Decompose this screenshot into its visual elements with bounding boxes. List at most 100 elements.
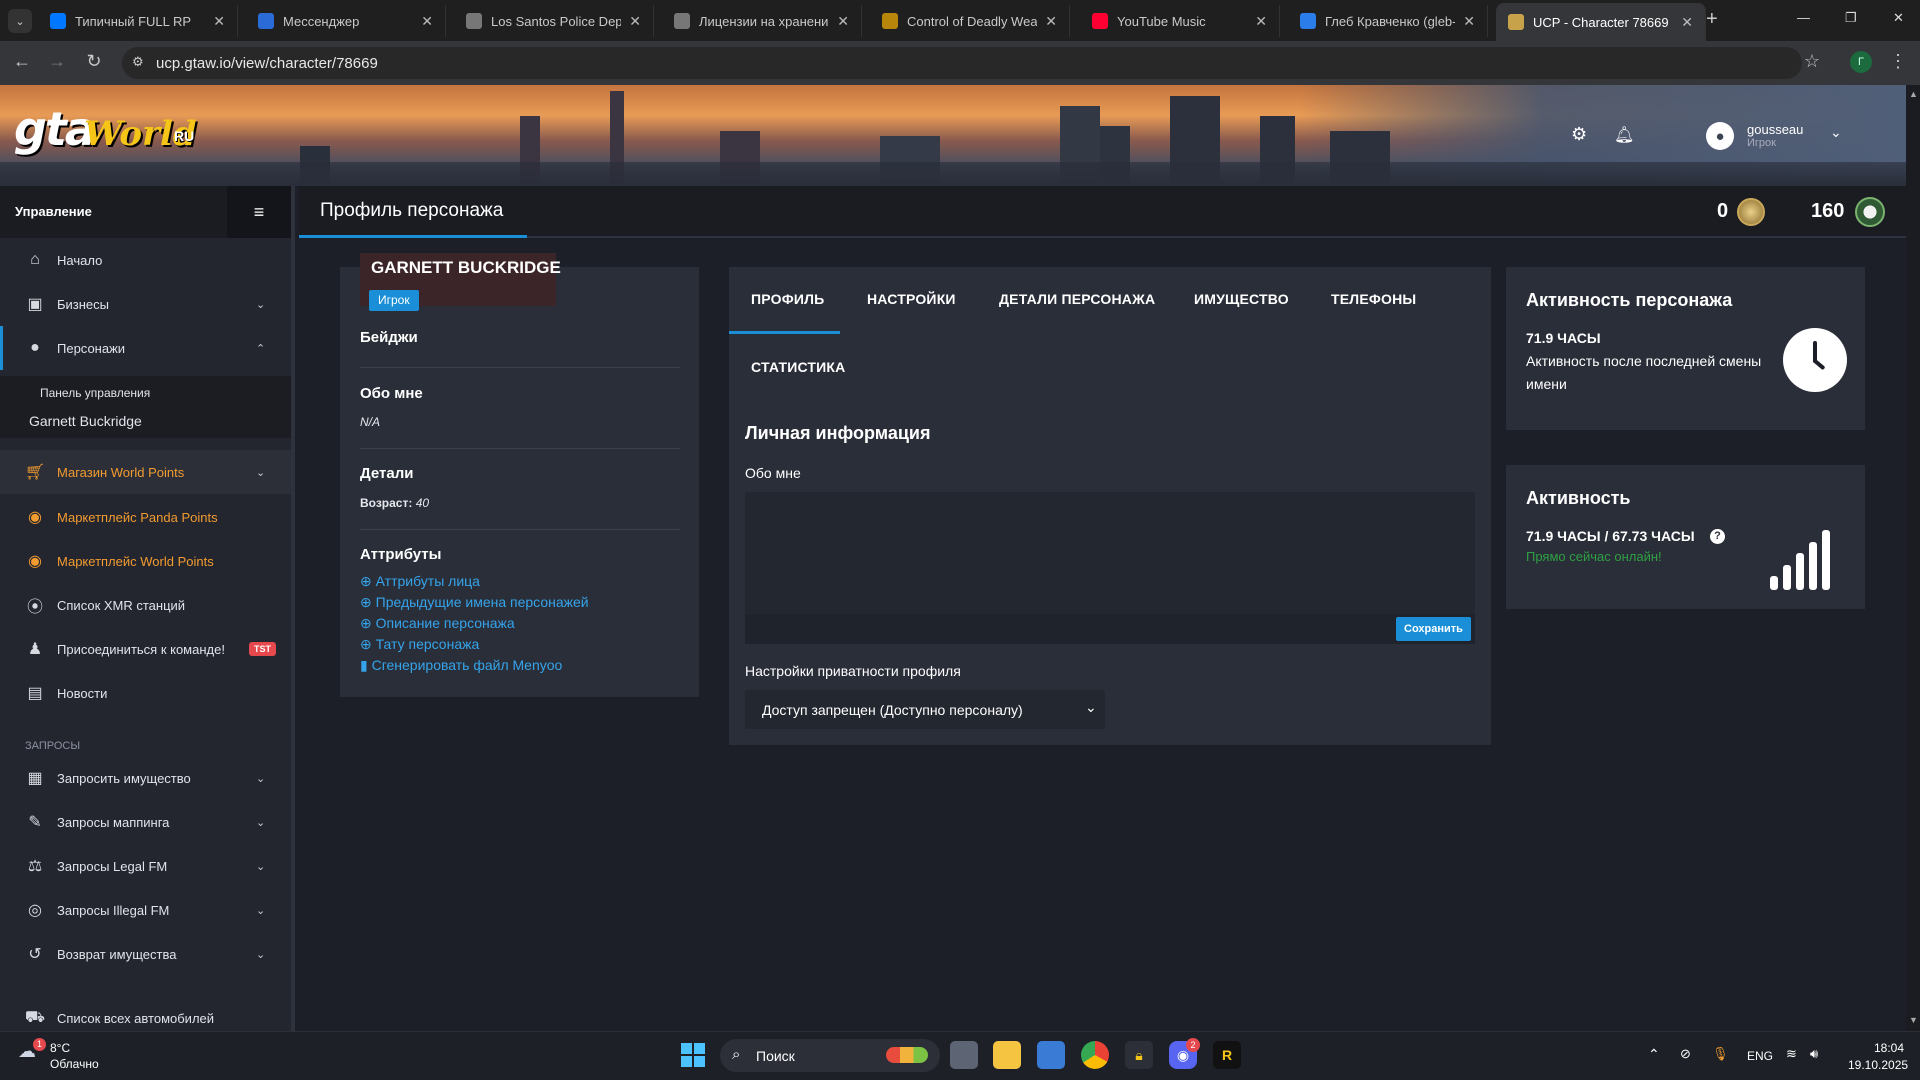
notification-bell-icon[interactable]: 🔔︎ [1614,125,1634,145]
browser-tab[interactable]: Лицензии на хранение и ✕ [662,5,862,37]
sidebar-item[interactable]: ✎ Запросы маппинга ⌄ [0,800,291,844]
about-field-label: Обо мне [745,465,801,481]
close-tab-icon[interactable]: ✕ [837,13,849,30]
profile-tab[interactable]: ДЕТАЛИ ПЕРСОНАЖА [999,291,1155,307]
restore-icon[interactable]: ❐ [1845,10,1857,26]
tab-search-button[interactable]: ⌄ [8,9,32,33]
attribute-link-label: Тату персонажа [375,636,480,652]
page-scrollbar[interactable]: ▲ ▼ [1906,85,1920,1031]
minimize-icon[interactable]: — [1797,10,1810,25]
tray-volume-icon[interactable]: 🔊︎ [1810,1046,1818,1062]
browser-tab-title: Control of Deadly Weapo [907,13,1038,29]
task-view-icon[interactable] [950,1041,978,1069]
app-lock-icon[interactable]: 🔒︎ [1125,1041,1153,1069]
privacy-label: Настройки приватности профиля [745,663,961,679]
newspaper-icon: ▤ [27,685,43,702]
sidebar-item[interactable]: ● Персонажи ⌃ [0,326,291,370]
profile-tab[interactable]: ПРОФИЛЬ [751,291,824,307]
microsoft-store-icon[interactable] [1037,1041,1065,1069]
privacy-select[interactable]: Доступ запрещен (Доступно персоналу) ⌄ [745,690,1105,729]
sidebar-item[interactable]: ◉ Маркетплейс Panda Points [0,495,291,539]
new-tab-button[interactable]: + [1706,8,1718,31]
sidebar-item-label: Маркетплейс World Points [57,553,214,569]
reload-icon[interactable]: ↻ [82,51,106,72]
sidebar-item[interactable]: ↺ Возврат имущества ⌄ [0,932,291,976]
close-tab-icon[interactable]: ✕ [213,13,225,30]
role-badge: Игрок [369,290,419,311]
browser-tab[interactable]: YouTube Music ✕ [1080,5,1280,37]
sidebar-item[interactable]: 🛒︎ Магазин World Points ⌄ [0,450,291,494]
url-bar[interactable]: ⚙ ucp.gtaw.io/view/character/78669 [122,47,1802,79]
sidebar-item[interactable]: ◉ Маркетплейс World Points [0,539,291,583]
close-tab-icon[interactable]: ✕ [421,13,433,30]
profile-tab[interactable]: ИМУЩЕСТВО [1194,291,1289,307]
attribute-link[interactable]: ⊕ Тату персонажа [360,636,479,653]
tray-date[interactable]: 19.10.2025 [1848,1058,1908,1072]
sidebar-item[interactable]: ♟ Присоединиться к команде! TST [0,627,291,671]
save-button[interactable]: Сохранить [1396,617,1471,641]
tray-chevron-up-icon[interactable]: ⌃ [1648,1046,1660,1063]
profile-tab[interactable]: СТАТИСТИКА [751,359,846,375]
about-textarea[interactable] [745,492,1475,614]
close-tab-icon[interactable]: ✕ [1255,13,1267,30]
browser-tab[interactable]: Control of Deadly Weapo ✕ [870,5,1070,37]
menu-kebab-icon[interactable]: ⋮ [1886,51,1910,72]
personal-info-title: Личная информация [745,423,931,443]
sidebar-item[interactable]: ⦿ Список XMR станций [0,583,291,627]
sidebar-header: Управление ≡ [0,186,291,238]
sidebar-item-label: Запросы Legal FM [57,858,168,874]
close-tab-icon[interactable]: ✕ [1045,13,1057,30]
sidebar-item[interactable]: Garnett Buckridge [0,404,291,438]
close-window-icon[interactable]: ✕ [1893,10,1904,26]
file-explorer-icon[interactable] [993,1041,1021,1069]
attribute-link[interactable]: ⊕ Описание персонажа [360,615,515,632]
user-role: Игрок [1747,137,1776,149]
browser-tab[interactable]: Типичный FULL RP ✕ [38,5,238,37]
close-tab-icon[interactable]: ✕ [1681,14,1693,31]
profile-tab[interactable]: НАСТРОЙКИ [867,291,956,307]
tray-microphone-icon[interactable]: 🎙︎ [1712,1046,1729,1062]
sidebar-item[interactable]: ▣ Бизнесы ⌄ [0,282,291,326]
gta-world-logo[interactable]: gta World RU [14,98,197,168]
sidebar-item[interactable]: ▤ Новости [0,671,291,715]
help-question-icon[interactable]: ? [1710,529,1725,544]
browser-tab[interactable]: Глеб Кравченко (gleb-kr ✕ [1288,5,1488,37]
sidebar-item[interactable]: ▦ Запросить имущество ⌄ [0,756,291,800]
chevron-down-icon: ⌄ [256,466,266,479]
windows-start-icon[interactable] [681,1043,705,1067]
sidebar-item[interactable]: ◎ Запросы Illegal FM ⌄ [0,888,291,932]
close-tab-icon[interactable]: ✕ [1463,13,1475,30]
plus-circle-icon: ⊕ [360,594,376,610]
profile-tab[interactable]: ТЕЛЕФОНЫ [1331,291,1416,307]
tray-language[interactable]: ENG [1747,1049,1773,1063]
activity-hours: 71.9 ЧАСЫ / 67.73 ЧАСЫ [1526,528,1695,544]
taskbar-search[interactable]: ⌕ Поиск [720,1039,940,1072]
coins-icon: ◉ [28,553,42,570]
attribute-link[interactable]: ⊕ Предыдущие имена персонажей [360,594,589,611]
site-info-icon[interactable]: ⚙ [132,54,144,70]
attribute-link[interactable]: ⊕ Аттрибуты лица [360,573,480,590]
browser-tab[interactable]: Мессенджер ✕ [246,5,446,37]
attribute-link[interactable]: ▮ Сгенерировать файл Menyoo [360,657,562,674]
bookmark-star-icon[interactable]: ☆ [1800,51,1824,72]
sidebar-item-label: Маркетплейс Panda Points [57,509,218,525]
profile-avatar[interactable]: Г [1850,51,1872,73]
sidebar-item[interactable]: ⚖ Запросы Legal FM ⌄ [0,844,291,888]
browser-tab[interactable]: Los Santos Police Departm ✕ [454,5,654,37]
home-icon: ⌂ [30,251,40,268]
tray-time[interactable]: 18:04 [1874,1041,1904,1055]
rage-mp-icon[interactable]: R [1213,1041,1241,1069]
browser-tab[interactable]: UCP - Character 78669 ✕ [1496,3,1706,41]
tray-wifi-icon[interactable]: ≋ [1786,1046,1797,1062]
youtube-music-icon [1092,13,1108,29]
weather-desc: Облачно [50,1057,99,1071]
settings-gear-icon[interactable]: ⚙ [1571,124,1587,145]
tray-network-off-icon[interactable]: ⊘ [1680,1046,1691,1062]
chrome-icon[interactable] [1081,1041,1109,1069]
sidebar-item[interactable]: ⌂ Начало [0,238,291,282]
sidebar-toggle-button[interactable]: ≡ [227,186,291,238]
forward-arrow-icon[interactable]: → [45,51,69,72]
close-tab-icon[interactable]: ✕ [629,13,641,30]
back-arrow-icon[interactable]: ← [10,51,34,72]
sidebar-item-label: Garnett Buckridge [29,413,142,429]
